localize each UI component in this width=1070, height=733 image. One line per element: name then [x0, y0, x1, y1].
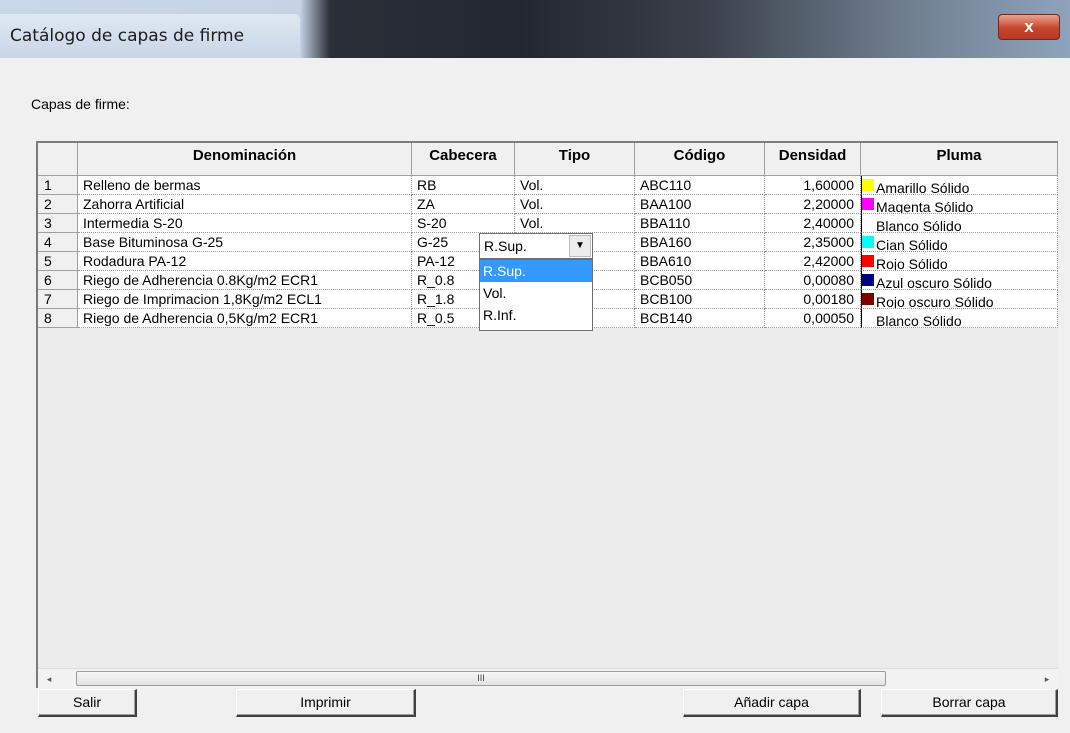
cell-tipo[interactable]: Vol. — [515, 214, 635, 233]
row-number: 2 — [38, 195, 78, 214]
scroll-right-arrow-icon[interactable]: ▸ — [1038, 671, 1056, 687]
cell-denominacion[interactable]: Relleno de bermas — [78, 176, 412, 195]
horizontal-scrollbar[interactable]: ◂ III ▸ — [38, 668, 1058, 688]
cell-densidad[interactable]: 2,40000 — [765, 214, 861, 233]
cell-densidad[interactable]: 0,00080 — [765, 271, 861, 290]
title-bar: Catálogo de capas de firme x — [0, 0, 1070, 58]
cell-pluma[interactable]: Blanco Sólido — [861, 214, 1058, 233]
cell-pluma[interactable]: Blanco Sólido — [861, 309, 1058, 328]
pen-color-swatch — [862, 293, 874, 305]
row-number: 6 — [38, 271, 78, 290]
cell-codigo[interactable]: BCB140 — [635, 309, 765, 328]
pen-color-swatch — [862, 312, 874, 324]
pluma-label: Blanco Sólido — [876, 313, 962, 328]
cell-pluma[interactable]: Amarillo Sólido — [861, 176, 1058, 195]
cell-denominacion[interactable]: Rodadura PA-12 — [78, 252, 412, 271]
cell-tipo[interactable]: Vol. — [515, 176, 635, 195]
cell-cabecera[interactable]: S-20 — [412, 214, 515, 233]
dropdown-option-vol[interactable]: Vol. — [480, 282, 592, 304]
cell-codigo[interactable]: ABC110 — [635, 176, 765, 195]
pen-color-swatch — [862, 198, 874, 210]
header-denominacion[interactable]: Denominación — [78, 143, 412, 176]
cell-codigo[interactable]: BBA160 — [635, 233, 765, 252]
cell-pluma[interactable]: Azul oscuro Sólido — [861, 271, 1058, 290]
capas-label: Capas de firme: — [31, 96, 130, 112]
cell-codigo[interactable]: BCB050 — [635, 271, 765, 290]
tipo-combo[interactable]: R.Sup. ▼ — [479, 233, 593, 259]
header-densidad[interactable]: Densidad — [765, 143, 861, 176]
row-number: 1 — [38, 176, 78, 195]
pluma-label: Rojo oscuro Sólido — [876, 294, 994, 309]
cell-codigo[interactable]: BBA610 — [635, 252, 765, 271]
scrollbar-thumb[interactable]: III — [76, 671, 886, 686]
anadir-capa-button[interactable]: Añadir capa — [683, 689, 861, 717]
cell-pluma[interactable]: Cian Sólido — [861, 233, 1058, 252]
pluma-label: Blanco Sólido — [876, 218, 962, 233]
tipo-combo-value: R.Sup. — [484, 238, 527, 254]
cell-densidad[interactable]: 2,20000 — [765, 195, 861, 214]
close-button[interactable]: x — [998, 14, 1060, 40]
borrar-capa-button[interactable]: Borrar capa — [881, 689, 1058, 717]
window-title: Catálogo de capas de firme — [10, 26, 245, 46]
header-cabecera[interactable]: Cabecera — [412, 143, 515, 176]
pen-color-swatch — [862, 236, 874, 248]
imprimir-button[interactable]: Imprimir — [236, 689, 416, 717]
header-corner — [38, 143, 78, 176]
cell-cabecera[interactable]: RB — [412, 176, 515, 195]
cell-pluma[interactable]: Rojo Sólido — [861, 252, 1058, 271]
pluma-label: Azul oscuro Sólido — [876, 275, 992, 290]
pen-color-swatch — [862, 255, 874, 267]
pluma-label: Cian Sólido — [876, 237, 948, 252]
dropdown-option-rinf[interactable]: R.Inf. — [480, 304, 592, 326]
pluma-label: Magenta Sólido — [876, 199, 974, 214]
row-number: 4 — [38, 233, 78, 252]
row-number: 7 — [38, 290, 78, 309]
cell-pluma[interactable]: Rojo oscuro Sólido — [861, 290, 1058, 309]
row-number: 5 — [38, 252, 78, 271]
cell-denominacion[interactable]: Riego de Adherencia 0.8Kg/m2 ECR1 — [78, 271, 412, 290]
layers-grid: Denominación Cabecera Tipo Código Densid… — [36, 141, 1058, 688]
cell-tipo[interactable]: Vol. — [515, 195, 635, 214]
cell-codigo[interactable]: BCB100 — [635, 290, 765, 309]
dropdown-option-rsup[interactable]: R.Sup. — [480, 260, 592, 282]
chevron-down-icon[interactable]: ▼ — [569, 235, 591, 257]
pluma-label: Rojo Sólido — [876, 256, 948, 271]
cell-pluma[interactable]: Magenta Sólido — [861, 195, 1058, 214]
pluma-label: Amarillo Sólido — [876, 180, 970, 195]
pen-color-swatch — [862, 179, 874, 191]
cell-densidad[interactable]: 0,00180 — [765, 290, 861, 309]
salir-button[interactable]: Salir — [38, 689, 137, 717]
cell-denominacion[interactable]: Riego de Adherencia 0,5Kg/m2 ECR1 — [78, 309, 412, 328]
tipo-dropdown-list: R.Sup. Vol. R.Inf. — [479, 259, 593, 331]
cell-cabecera[interactable]: ZA — [412, 195, 515, 214]
header-codigo[interactable]: Código — [635, 143, 765, 176]
cell-densidad[interactable]: 2,35000 — [765, 233, 861, 252]
cell-densidad[interactable]: 2,42000 — [765, 252, 861, 271]
pen-color-swatch — [862, 274, 874, 286]
cell-densidad[interactable]: 0,00050 — [765, 309, 861, 328]
scroll-left-arrow-icon[interactable]: ◂ — [40, 671, 58, 687]
cell-densidad[interactable]: 1,60000 — [765, 176, 861, 195]
row-number: 8 — [38, 309, 78, 328]
header-pluma[interactable]: Pluma — [861, 143, 1058, 176]
cell-codigo[interactable]: BBA110 — [635, 214, 765, 233]
cell-codigo[interactable]: BAA100 — [635, 195, 765, 214]
cell-denominacion[interactable]: Base Bituminosa G-25 — [78, 233, 412, 252]
cell-denominacion[interactable]: Intermedia S-20 — [78, 214, 412, 233]
cell-denominacion[interactable]: Riego de Imprimacion 1,8Kg/m2 ECL1 — [78, 290, 412, 309]
pen-color-swatch — [862, 217, 874, 229]
row-number: 3 — [38, 214, 78, 233]
cell-denominacion[interactable]: Zahorra Artificial — [78, 195, 412, 214]
header-tipo[interactable]: Tipo — [515, 143, 635, 176]
